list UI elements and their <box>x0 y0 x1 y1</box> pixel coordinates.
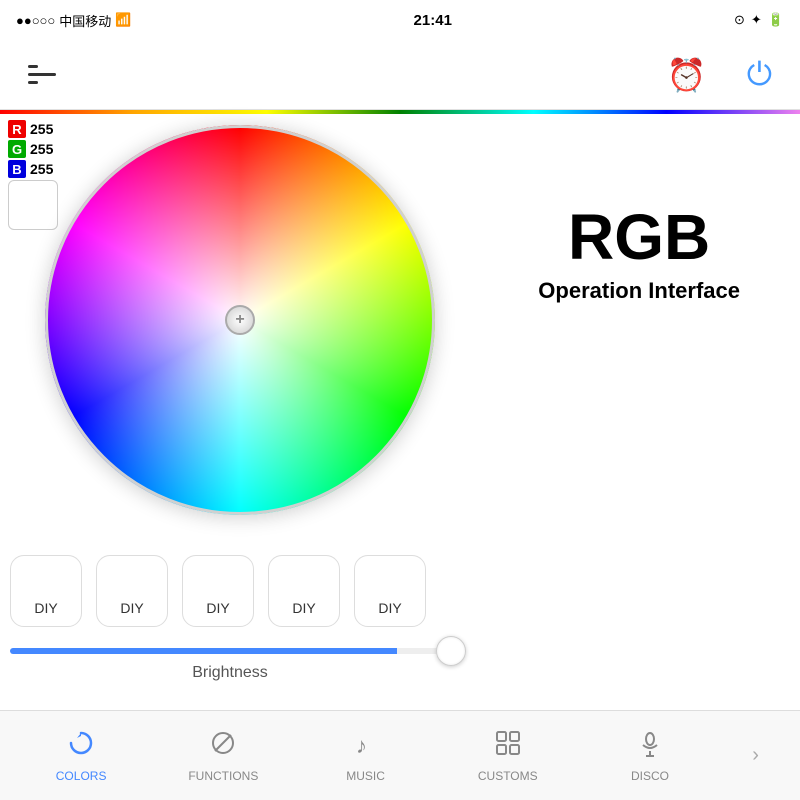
brightness-section: Brightness <box>0 648 460 682</box>
alarm-button[interactable]: ⏰ <box>667 56 707 94</box>
main-rgb-label: RGB <box>538 200 740 274</box>
customs-label: CUSTOMS <box>478 769 538 783</box>
brightness-track[interactable] <box>10 648 450 654</box>
wheel-center[interactable]: + <box>225 305 255 335</box>
green-label: G <box>8 140 26 158</box>
tab-disco[interactable]: DISCO <box>610 729 690 783</box>
menu-button[interactable] <box>28 65 56 84</box>
power-button[interactable]: ⏻ <box>747 56 772 94</box>
tab-colors[interactable]: COLORS <box>41 729 121 783</box>
colors-icon <box>67 729 95 764</box>
svg-text:♪: ♪ <box>356 733 367 757</box>
carrier-name: 中国移动 <box>59 11 111 30</box>
color-wheel[interactable]: + <box>45 125 435 515</box>
colors-label: COLORS <box>56 769 107 783</box>
functions-label: FUNCTIONS <box>188 769 258 783</box>
signal-dots: ●●○○○ <box>16 13 55 28</box>
status-left: ●●○○○ 中国移动 📶 <box>16 11 131 30</box>
diy-button-2[interactable]: DIY <box>96 555 168 627</box>
tab-arrow[interactable]: › <box>752 744 759 767</box>
target-icon: ⊙ <box>734 12 745 28</box>
music-label: MUSIC <box>346 769 385 783</box>
tab-functions[interactable]: FUNCTIONS <box>183 729 263 783</box>
status-right: ⊙ ✦ 🔋 <box>734 12 784 28</box>
tab-music[interactable]: ♪ MUSIC <box>326 729 406 783</box>
bluetooth-icon: ✦ <box>751 12 762 28</box>
music-icon: ♪ <box>352 729 380 764</box>
bottom-tab-bar: COLORS FUNCTIONS ♪ MUSIC CUSTOMS <box>0 710 800 800</box>
brightness-thumb[interactable] <box>436 636 466 666</box>
blue-label: B <box>8 160 26 178</box>
disco-icon <box>636 729 664 764</box>
operation-interface-label: Operation Interface <box>538 278 740 304</box>
rgb-title: RGB Operation Interface <box>538 200 740 304</box>
top-nav: ⏰ ⏻ <box>0 40 800 110</box>
diy-buttons: DIYDIYDIYDIYDIY <box>10 555 426 627</box>
diy-button-5[interactable]: DIY <box>354 555 426 627</box>
status-time: 21:41 <box>414 12 452 29</box>
diy-button-4[interactable]: DIY <box>268 555 340 627</box>
status-bar: ●●○○○ 中国移动 📶 21:41 ⊙ ✦ 🔋 <box>0 0 800 40</box>
color-wheel-container[interactable]: + <box>30 110 450 530</box>
red-label: R <box>8 120 26 138</box>
customs-icon <box>494 729 522 764</box>
functions-icon <box>209 729 237 764</box>
diy-button-1[interactable]: DIY <box>10 555 82 627</box>
battery-icon: 🔋 <box>768 12 784 28</box>
brightness-label: Brightness <box>0 664 460 682</box>
wifi-icon: 📶 <box>115 12 131 28</box>
diy-button-3[interactable]: DIY <box>182 555 254 627</box>
tab-customs[interactable]: CUSTOMS <box>468 729 548 783</box>
disco-label: DISCO <box>631 769 669 783</box>
